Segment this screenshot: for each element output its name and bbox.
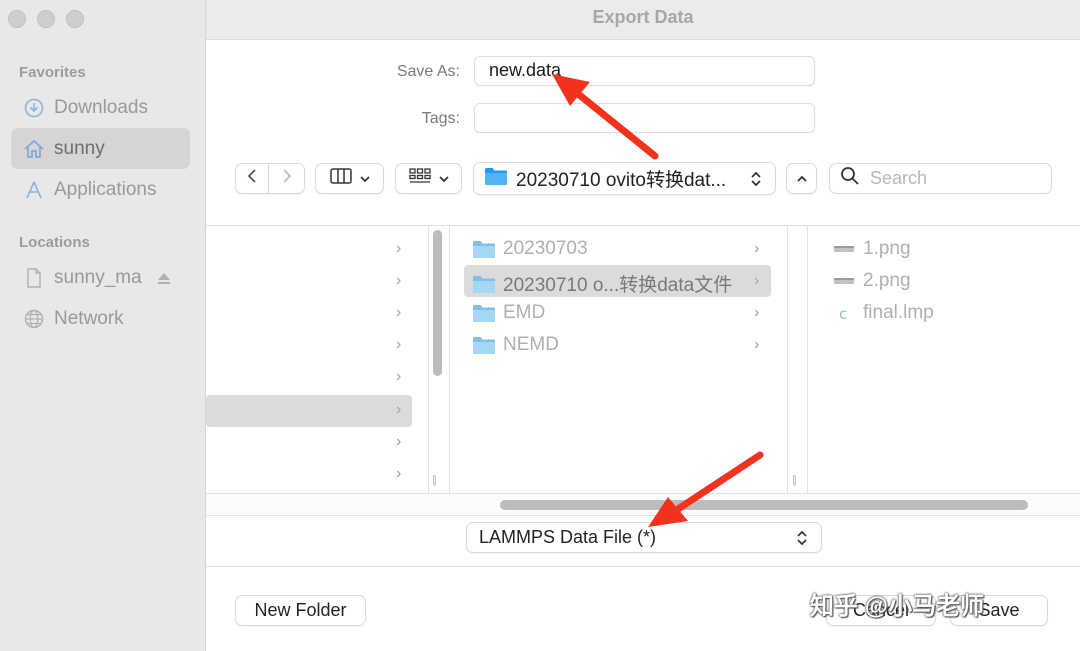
sidebar-item-label: Network: [54, 307, 124, 329]
column-divider: [428, 225, 429, 493]
file-format-value: LAMMPS Data File (*): [479, 527, 657, 547]
collapse-button[interactable]: [786, 163, 817, 194]
location-popup[interactable]: 20230710 ovito转换dat...: [473, 162, 776, 195]
sidebar-item-network[interactable]: Network: [11, 298, 190, 339]
column1-selected-row[interactable]: [206, 395, 412, 427]
folder-icon: [484, 166, 508, 192]
list-item[interactable]: NEMD: [472, 334, 559, 356]
search-icon: [840, 166, 860, 191]
search-field[interactable]: Search: [829, 163, 1052, 194]
chevron-right-icon: [281, 168, 293, 189]
chevron-down-icon: [438, 170, 449, 188]
chevron-right-icon: ›: [396, 304, 402, 321]
chevron-updown-icon: [791, 529, 813, 547]
forward-button[interactable]: [269, 163, 305, 194]
chevron-right-icon: ›: [754, 304, 760, 321]
chevron-right-icon: ›: [754, 240, 760, 257]
column-resize-handle[interactable]: ||: [432, 474, 437, 486]
column-divider: [787, 225, 788, 493]
sidebar-item-label: Applications: [54, 178, 157, 200]
save-as-field[interactable]: new.data: [474, 56, 815, 86]
chevron-right-icon: ›: [396, 401, 402, 418]
chevron-right-icon: ›: [396, 465, 402, 482]
list-item[interactable]: 1.png: [832, 238, 911, 260]
list-item[interactable]: 2.png: [832, 270, 911, 292]
image-file-icon: [832, 239, 856, 259]
list-item[interactable]: 20230710 o...转换data文件: [472, 270, 732, 297]
list-item-label: EMD: [503, 302, 546, 323]
column-divider: [449, 225, 450, 493]
home-icon: [23, 138, 45, 160]
column-divider: [807, 225, 808, 493]
list-item[interactable]: 20230703: [472, 238, 588, 260]
folder-icon: [472, 335, 496, 355]
sidebar-item-label: sunny_ma: [54, 266, 142, 288]
favorites-heading: Favorites: [19, 64, 86, 81]
chevron-right-icon: ›: [396, 240, 402, 257]
chevron-left-icon: [246, 168, 258, 189]
sidebar-item-label: Downloads: [54, 96, 148, 118]
search-placeholder: Search: [870, 168, 928, 188]
horizontal-scrollbar[interactable]: [500, 500, 1028, 510]
column-resize-handle[interactable]: ||: [792, 474, 797, 486]
tags-field[interactable]: [474, 103, 815, 133]
chevron-right-icon: ›: [396, 433, 402, 450]
sidebar-item-sunny-ma[interactable]: sunny_ma: [11, 257, 190, 298]
tags-label: Tags:: [421, 110, 460, 127]
list-item-label: 20230710 o...转换data文件: [503, 275, 733, 296]
eject-icon[interactable]: [156, 270, 172, 286]
list-item-label: NEMD: [503, 334, 559, 355]
chevron-up-icon: [796, 170, 808, 188]
new-folder-button[interactable]: New Folder: [235, 595, 366, 626]
list-item[interactable]: c final.lmp: [832, 302, 934, 324]
sidebar-item-applications[interactable]: Applications: [11, 169, 190, 210]
list-item-label: 1.png: [863, 238, 911, 259]
sidebar: Favorites Downloads sunny Applications L…: [0, 0, 206, 651]
chevron-right-icon: ›: [754, 272, 760, 289]
location-path: 20230710 ovito转换dat...: [516, 170, 727, 191]
group-by-button[interactable]: [395, 163, 462, 194]
image-file-icon: [832, 271, 856, 291]
folder-icon: [472, 239, 496, 259]
grid-view-icon: [408, 168, 431, 189]
list-item[interactable]: EMD: [472, 302, 545, 324]
folder-icon: [472, 303, 496, 323]
list-item-label: 20230703: [503, 238, 588, 259]
list-item-label: 2.png: [863, 270, 911, 291]
network-icon: [23, 308, 45, 330]
chevron-updown-icon: [745, 170, 767, 188]
minimize-window-button[interactable]: [37, 10, 55, 28]
view-mode-button[interactable]: [315, 163, 384, 194]
save-as-label: Save As:: [396, 63, 460, 80]
sidebar-item-downloads[interactable]: Downloads: [11, 87, 190, 128]
applications-icon: [23, 179, 45, 201]
zoom-window-button[interactable]: [66, 10, 84, 28]
folder-icon: [472, 274, 496, 294]
close-window-button[interactable]: [8, 10, 26, 28]
columns-view-icon: [329, 168, 352, 189]
column1-scrollbar[interactable]: [433, 230, 442, 376]
chevron-right-icon: ›: [754, 336, 760, 353]
file-format-popup[interactable]: LAMMPS Data File (*): [466, 522, 822, 553]
document-icon: [23, 267, 45, 289]
chevron-right-icon: ›: [396, 272, 402, 289]
chevron-down-icon: [359, 170, 370, 188]
sidebar-item-sunny[interactable]: sunny: [11, 128, 190, 169]
list-item-label: final.lmp: [863, 302, 934, 323]
svg-text:c: c: [839, 305, 847, 323]
code-file-icon: c: [832, 303, 856, 323]
watermark: 知乎 @小马老师: [810, 593, 985, 620]
window-title: Export Data: [592, 7, 694, 27]
download-icon: [23, 97, 45, 119]
back-button[interactable]: [235, 163, 269, 194]
chevron-right-icon: ›: [396, 336, 402, 353]
locations-heading: Locations: [19, 234, 90, 251]
sidebar-item-label: sunny: [54, 137, 105, 159]
chevron-right-icon: ›: [396, 368, 402, 385]
